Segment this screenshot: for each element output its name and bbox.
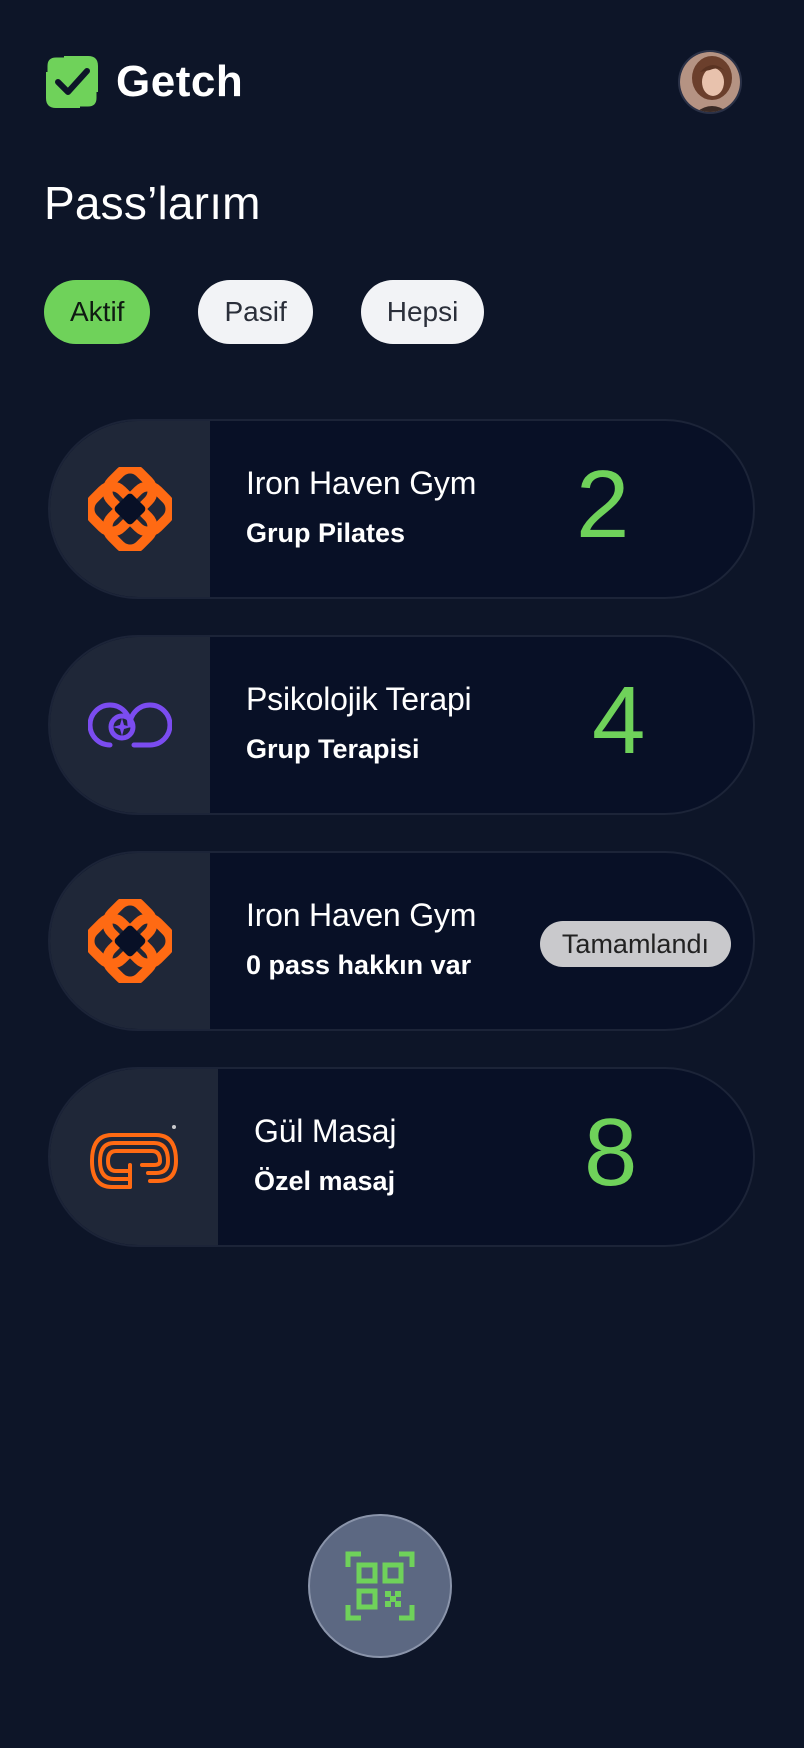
pass-remaining-count: 4 bbox=[592, 667, 646, 774]
pass-card[interactable]: Gül Masaj Özel masaj 8 bbox=[48, 1067, 755, 1247]
pass-service-name: 0 pass hakkın var bbox=[246, 950, 472, 980]
pass-card-logo-area bbox=[50, 853, 210, 1029]
pass-remaining-count: 2 bbox=[576, 451, 630, 558]
pass-provider-name: Iron Haven Gym bbox=[246, 465, 477, 501]
status-badge: Tamamlandı bbox=[539, 921, 731, 967]
pass-card[interactable]: Iron Haven Gym 0 pass hakkın var Tamamla… bbox=[48, 851, 755, 1031]
filter-pasif[interactable]: Pasif bbox=[198, 280, 313, 344]
filter-hepsi[interactable]: Hepsi bbox=[360, 280, 485, 344]
pass-card-logo-area bbox=[50, 1069, 218, 1245]
user-avatar[interactable] bbox=[678, 50, 742, 114]
filter-aktif[interactable]: Aktif bbox=[44, 280, 151, 344]
pass-remaining-count: 8 bbox=[584, 1099, 638, 1206]
passes-screen: Getch Pass’larım Aktif Pasif Hepsi Iron … bbox=[0, 0, 804, 1748]
pass-card[interactable]: Psikolojik Terapi Grup Terapisi 4 bbox=[48, 635, 755, 815]
pass-service-name: Grup Pilates bbox=[246, 518, 406, 548]
pass-card[interactable]: Iron Haven Gym Grup Pilates 2 bbox=[48, 419, 755, 599]
pass-card-logo-area bbox=[50, 421, 210, 597]
pass-card-logo-area bbox=[50, 637, 210, 813]
filter-chips: Aktif Pasif Hepsi bbox=[44, 280, 485, 344]
pass-service-name: Özel masaj bbox=[254, 1166, 396, 1196]
purple-spiral-logo-icon bbox=[88, 702, 172, 748]
orange-loop-logo-icon bbox=[89, 1125, 179, 1189]
qr-scan-icon bbox=[345, 1551, 415, 1621]
avatar-image bbox=[680, 52, 740, 112]
pass-provider-name: Psikolojik Terapi bbox=[246, 681, 472, 717]
pass-service-name: Grup Terapisi bbox=[246, 734, 420, 764]
app-header: Getch bbox=[42, 52, 243, 112]
orange-flower-logo-icon bbox=[88, 467, 172, 551]
getch-logo-icon bbox=[44, 54, 100, 110]
pass-provider-name: Iron Haven Gym bbox=[246, 897, 477, 933]
pass-provider-name: Gül Masaj bbox=[254, 1113, 397, 1149]
qr-scan-button[interactable] bbox=[308, 1514, 452, 1658]
page-title: Pass’larım bbox=[44, 177, 261, 229]
orange-flower-logo-icon bbox=[88, 899, 172, 983]
app-name: Getch bbox=[116, 57, 244, 106]
